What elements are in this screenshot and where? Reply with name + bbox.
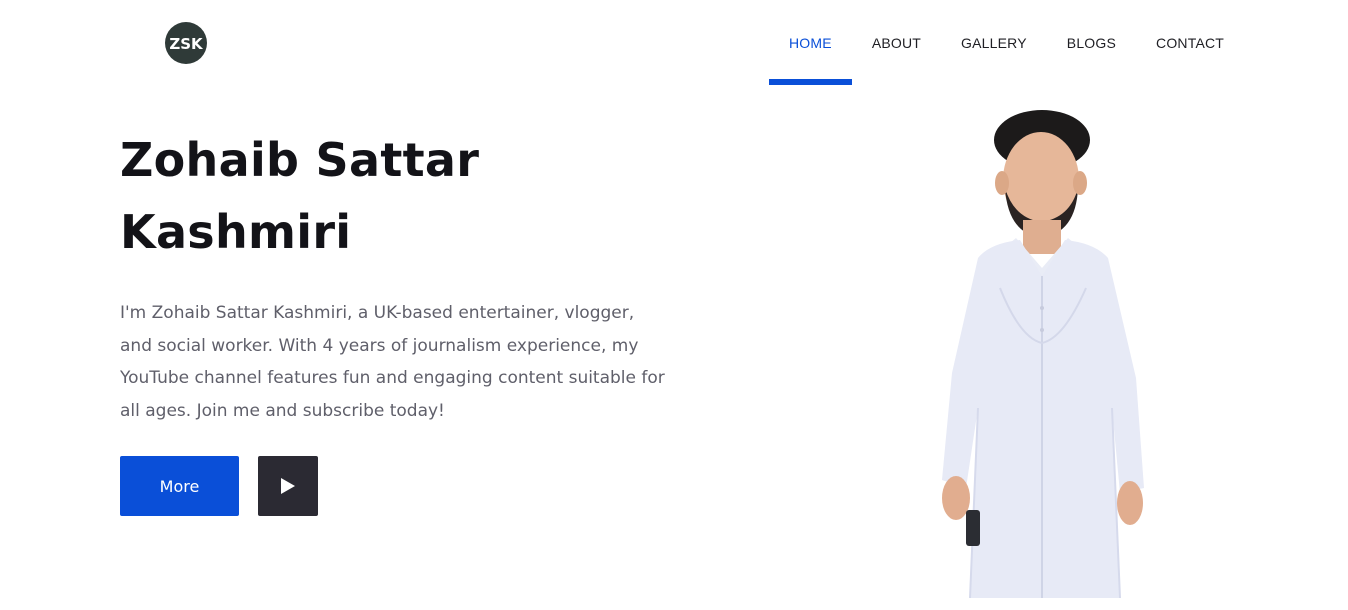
play-video-button[interactable] xyxy=(258,456,318,516)
nav-about[interactable]: ABOUT xyxy=(852,0,941,85)
logo[interactable]: ZSK xyxy=(162,20,210,66)
hero-description: I'm Zohaib Sattar Kashmiri, a UK-based e… xyxy=(120,303,665,421)
hero-title-line2: Kashmiri xyxy=(120,205,352,259)
play-icon xyxy=(281,478,295,494)
profile-photo xyxy=(942,110,1144,598)
svg-text:ZSK: ZSK xyxy=(169,35,204,53)
hero-title-line1: Zohaib Sattar xyxy=(120,133,480,187)
nav-home[interactable]: HOME xyxy=(769,0,852,85)
nav-blogs[interactable]: BLOGS xyxy=(1047,0,1136,85)
main-nav: HOME ABOUT GALLERY BLOGS CONTACT xyxy=(769,0,1244,85)
hero-title: Zohaib Sattar Kashmiri xyxy=(120,124,640,268)
more-button[interactable]: More xyxy=(120,456,239,516)
nav-gallery[interactable]: GALLERY xyxy=(941,0,1047,85)
nav-contact[interactable]: CONTACT xyxy=(1136,0,1244,85)
